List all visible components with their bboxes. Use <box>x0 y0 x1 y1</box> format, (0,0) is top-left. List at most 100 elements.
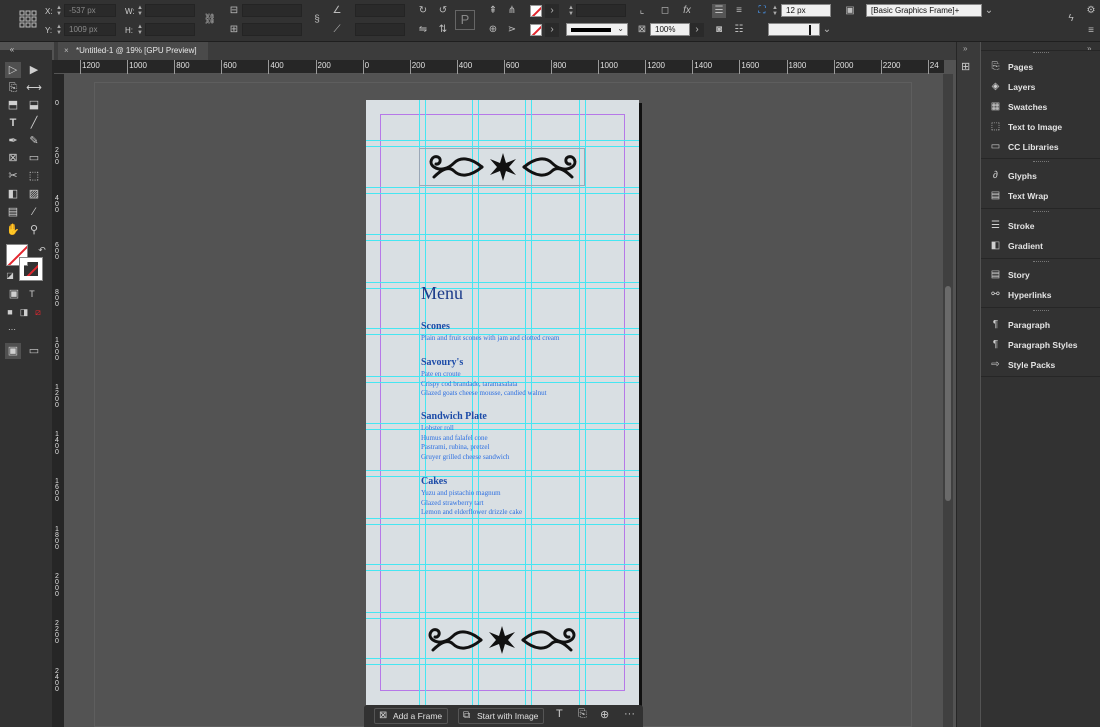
column-guide[interactable] <box>531 100 532 705</box>
settings-gear-icon[interactable]: ⚙ <box>1084 4 1098 18</box>
selection-tool-icon[interactable]: ▷ <box>5 62 21 78</box>
normal-view-icon[interactable]: ▣ <box>5 343 21 359</box>
flip-vertical-icon[interactable]: ⇅ <box>436 23 450 37</box>
x-field[interactable]: -537 px <box>64 4 116 17</box>
free-transform-tool-icon[interactable]: ⬚ <box>26 168 42 184</box>
menu-section-savourys[interactable]: Savoury's Pate en croute Crispy cod bran… <box>421 357 547 399</box>
scale-y-field[interactable] <box>242 23 302 36</box>
vertical-ruler[interactable]: 0 2 0 0 4 0 0 6 0 0 8 0 0 1 0 0 0 1 2 0 0 1 4 0… <box>52 74 64 727</box>
frame-fitting-icon[interactable]: ⌞ <box>635 4 649 18</box>
panel-pages[interactable]: ⎘ Pages <box>981 58 1100 76</box>
panel-group-grip[interactable] <box>1033 52 1049 54</box>
rectangle-frame-tool-icon[interactable]: ⊠ <box>5 150 21 166</box>
rectangle-tool-icon[interactable]: ▭ <box>26 150 42 166</box>
text-wrap-toggle-icon[interactable]: ◙ <box>712 23 726 37</box>
more-options-icon[interactable]: ··· <box>624 708 635 720</box>
gradient-feather-tool-icon[interactable]: ▨ <box>26 186 42 202</box>
object-style-field[interactable]: [Basic Graphics Frame]+ <box>866 4 982 17</box>
flip-horizontal-icon[interactable]: ⇋ <box>416 23 430 37</box>
row-guide[interactable] <box>366 282 639 283</box>
scrollbar-thumb[interactable] <box>945 286 951 501</box>
panel-stroke[interactable]: ☰ Stroke <box>981 217 1100 235</box>
row-guide[interactable] <box>366 524 639 525</box>
row-guide[interactable] <box>366 146 639 147</box>
menu-section-scones[interactable]: Scones Plain and fruit scones with jam a… <box>421 321 559 344</box>
opacity-dropdown-icon[interactable]: › <box>690 23 704 37</box>
row-guide[interactable] <box>366 564 639 565</box>
ornament-frame-top[interactable] <box>419 148 585 186</box>
panel-swatches[interactable]: ▦ Swatches <box>981 98 1100 116</box>
panel-group-grip[interactable] <box>1033 211 1049 213</box>
text-wrap-jump-icon[interactable]: ☷ <box>732 23 746 37</box>
swap-fill-stroke-icon[interactable]: ↶ <box>34 242 50 258</box>
pencil-tool-icon[interactable]: ✎ <box>26 133 42 149</box>
start-with-image-button[interactable]: ⧉ Start with Image <box>458 708 545 724</box>
corner-shape-dropdown-icon[interactable]: ⌄ <box>820 23 834 37</box>
column-guide[interactable] <box>525 100 526 705</box>
row-guide[interactable] <box>366 140 639 141</box>
rotate-angle-field[interactable] <box>355 4 405 17</box>
zoom-tool-icon[interactable]: ⚲ <box>26 222 42 238</box>
panel-hyperlinks[interactable]: ⚯ Hyperlinks <box>981 286 1100 304</box>
fill-dropdown-icon[interactable]: › <box>545 4 559 18</box>
properties-icon[interactable]: ⊞ <box>961 60 970 73</box>
corner-size-field[interactable]: 12 px <box>781 4 831 17</box>
x-stepper-icon[interactable]: ▲ ▼ <box>56 5 62 18</box>
add-frame-button[interactable]: ⊠ Add a Frame <box>374 708 449 724</box>
add-page-icon[interactable]: ⊕ <box>600 708 609 721</box>
panel-group-grip[interactable] <box>1033 310 1049 312</box>
row-guide[interactable] <box>366 234 639 235</box>
collapse-dock-icon[interactable]: » <box>1087 44 1091 53</box>
stroke-weight-field[interactable] <box>576 4 626 17</box>
w-field[interactable] <box>145 4 195 17</box>
panel-layers[interactable]: ◈ Layers <box>981 78 1100 96</box>
panel-glyphs[interactable]: ∂ Glyphs <box>981 167 1100 185</box>
quick-actions-icon[interactable]: ϟ <box>1064 12 1078 26</box>
select-container-icon[interactable]: ⇞ <box>486 4 500 18</box>
eyedropper-tool-icon[interactable]: ⁄ <box>26 204 42 220</box>
formatting-container-icon[interactable]: ▣ <box>6 286 22 302</box>
object-style-dropdown-icon[interactable]: ⌄ <box>982 4 996 18</box>
panel-story[interactable]: ▤ Story <box>981 266 1100 284</box>
stroke-none-icon[interactable] <box>19 257 43 281</box>
row-guide[interactable] <box>366 664 639 665</box>
select-content-icon[interactable]: ⊕ <box>486 23 500 37</box>
w-stepper-icon[interactable]: ▲ ▼ <box>137 5 143 18</box>
row-guide[interactable] <box>366 193 639 194</box>
panel-group-grip[interactable] <box>1033 161 1049 163</box>
close-tab-icon[interactable]: × <box>64 42 69 60</box>
row-guide[interactable] <box>366 288 639 289</box>
stroke-dropdown-icon[interactable]: › <box>545 23 559 37</box>
column-guide[interactable] <box>478 100 479 705</box>
row-guide[interactable] <box>366 187 639 188</box>
corner-size-stepper-icon[interactable]: ▲ ▼ <box>772 5 778 18</box>
type-tool-task-icon[interactable]: T <box>556 708 563 720</box>
panel-group-grip[interactable] <box>1033 261 1049 263</box>
h-stepper-icon[interactable]: ▲ ▼ <box>137 24 143 37</box>
drop-shadow-icon[interactable]: ◻ <box>658 4 672 18</box>
shear-angle-field[interactable] <box>355 23 405 36</box>
document-tab[interactable]: × *Untitled-1 @ 19% [GPU Preview] <box>58 42 208 60</box>
panel-paragraph[interactable]: ¶ Paragraph <box>981 316 1100 334</box>
menu-section-sandwich-plate[interactable]: Sandwich Plate Lobster roll Humus and fa… <box>421 411 509 462</box>
collapse-panel-icon[interactable]: « <box>4 42 20 58</box>
gradient-swatch-tool-icon[interactable]: ◧ <box>5 186 21 202</box>
column-guide[interactable] <box>472 100 473 705</box>
panel-style-packs[interactable]: ⇨ Style Packs <box>981 356 1100 374</box>
ornament-frame-bottom[interactable] <box>419 618 585 660</box>
row-guide[interactable] <box>366 570 639 571</box>
opacity-field[interactable]: 100% <box>650 23 690 36</box>
select-previous-icon[interactable]: ⋔ <box>505 4 519 18</box>
y-field[interactable]: 1009 px <box>64 23 116 36</box>
row-guide[interactable] <box>366 240 639 241</box>
apply-none-icon[interactable]: ⧄ <box>30 304 46 320</box>
row-guide[interactable] <box>366 470 639 471</box>
h-field[interactable] <box>145 23 195 36</box>
type-tool-icon[interactable]: T <box>5 115 21 131</box>
scissors-tool-icon[interactable]: ✂ <box>5 168 21 184</box>
stroke-none-swatch-icon[interactable] <box>530 24 542 36</box>
reference-point-icon[interactable] <box>19 10 37 28</box>
effects-fx-icon[interactable]: fx <box>680 4 694 18</box>
align-justify-icon[interactable]: ≡ <box>732 4 746 18</box>
hand-tool-icon[interactable]: ✋ <box>5 222 21 238</box>
